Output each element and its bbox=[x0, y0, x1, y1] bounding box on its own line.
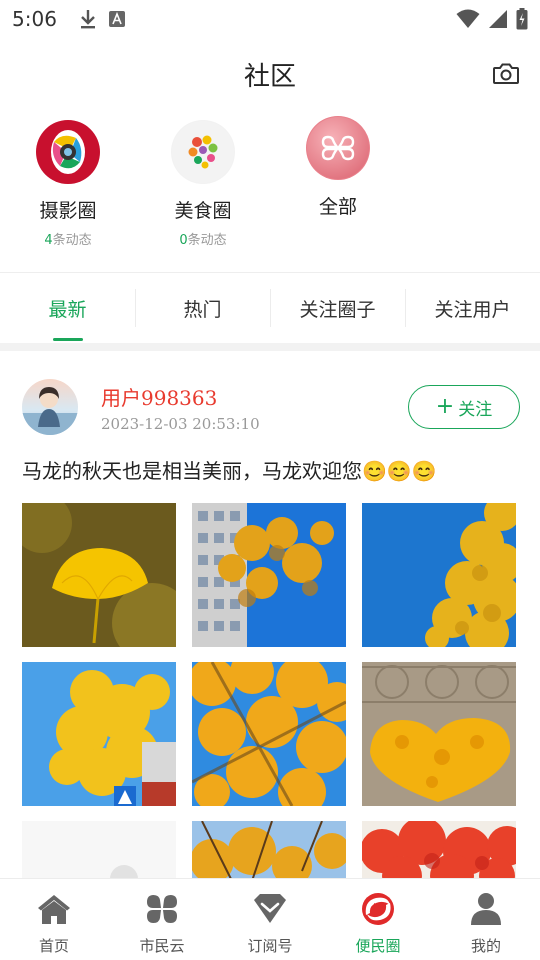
nav-label: 市民云 bbox=[139, 937, 185, 955]
status-bar: 5:06 bbox=[0, 0, 540, 38]
nav-label: 我的 bbox=[470, 937, 501, 955]
battery-icon bbox=[516, 8, 528, 30]
nav-community-circle[interactable]: 便民圈 bbox=[324, 879, 432, 960]
user-avatar-illustration bbox=[22, 379, 78, 435]
nav-label: 首页 bbox=[38, 937, 69, 955]
clover-grid-icon bbox=[307, 117, 369, 179]
food-circle-avatar bbox=[171, 120, 235, 184]
food-icon bbox=[172, 121, 234, 183]
wifi-icon bbox=[456, 9, 480, 28]
nav-subscription[interactable]: 订阅号 bbox=[216, 879, 324, 960]
bottom-navigation: 首页 市民云 订阅号 便民圈 我的 bbox=[0, 878, 540, 960]
home-icon bbox=[38, 895, 70, 924]
avatar[interactable] bbox=[22, 379, 78, 435]
post-photo[interactable] bbox=[192, 503, 346, 647]
circle-name: 摄影圈 bbox=[39, 200, 97, 222]
person-icon bbox=[471, 893, 501, 925]
follow-button[interactable]: + 关注 bbox=[408, 385, 520, 429]
circle-name: 美食圈 bbox=[174, 200, 232, 222]
tab-label: 热门 bbox=[183, 298, 222, 321]
nav-home[interactable]: 首页 bbox=[0, 879, 108, 960]
circle-name: 全部 bbox=[318, 196, 357, 218]
cloud-clover-icon bbox=[147, 895, 177, 923]
nav-mine[interactable]: 我的 bbox=[432, 879, 540, 960]
follow-label: 关注 bbox=[458, 399, 493, 420]
post-photo[interactable] bbox=[362, 503, 516, 647]
status-time: 5:06 bbox=[12, 7, 57, 31]
header: 社区 bbox=[0, 38, 540, 110]
subscription-icon bbox=[254, 894, 286, 923]
nav-label: 订阅号 bbox=[247, 937, 293, 955]
section-divider bbox=[0, 343, 540, 351]
active-tab-indicator bbox=[52, 338, 83, 341]
post-photo[interactable] bbox=[192, 662, 346, 806]
tab-label: 关注用户 bbox=[434, 298, 511, 321]
download-icon bbox=[80, 10, 95, 29]
tab-followed-users[interactable]: 关注用户 bbox=[405, 273, 540, 343]
circle-item-all[interactable]: 全部 bbox=[278, 116, 398, 219]
circle-item-photography[interactable]: 摄影圈 4条动态 bbox=[8, 120, 128, 248]
circle-logo-icon bbox=[362, 893, 394, 925]
signal-icon bbox=[489, 10, 507, 28]
feed-tabs: 最新 热门 关注圈子 关注用户 bbox=[0, 273, 540, 343]
tab-followed-circles[interactable]: 关注圈子 bbox=[270, 273, 405, 343]
post-photo[interactable] bbox=[22, 503, 176, 647]
circle-post-count: 4条动态 bbox=[44, 233, 92, 248]
circle-item-food[interactable]: 美食圈 0条动态 bbox=[143, 120, 263, 248]
circle-post-count: 0条动态 bbox=[179, 233, 227, 248]
a-icon bbox=[108, 11, 125, 27]
post-photo[interactable] bbox=[362, 662, 516, 806]
plus-icon: + bbox=[435, 394, 455, 419]
post-photo[interactable] bbox=[22, 662, 176, 806]
post-text: 马龙的秋天也是相当美丽，马龙欢迎您😊😊😊 bbox=[22, 459, 437, 483]
page-title: 社区 bbox=[243, 61, 296, 92]
circle-list: 摄影圈 4条动态 美食圈 0条动态 全部 bbox=[0, 112, 540, 272]
nav-label: 便民圈 bbox=[355, 937, 401, 955]
photography-circle-avatar bbox=[36, 120, 100, 184]
tab-hot[interactable]: 热门 bbox=[135, 273, 270, 343]
post-timestamp: 2023-12-03 20:53:10 bbox=[101, 415, 260, 433]
nav-citizen-cloud[interactable]: 市民云 bbox=[108, 879, 216, 960]
all-circles-avatar bbox=[306, 116, 370, 180]
tab-label: 关注圈子 bbox=[299, 298, 376, 321]
camera-icon[interactable] bbox=[492, 60, 520, 88]
post-username[interactable]: 用户998363 bbox=[101, 382, 217, 411]
camera-lens-logo-icon bbox=[37, 121, 99, 183]
tab-latest[interactable]: 最新 bbox=[0, 273, 135, 343]
tab-label: 最新 bbox=[48, 298, 87, 321]
